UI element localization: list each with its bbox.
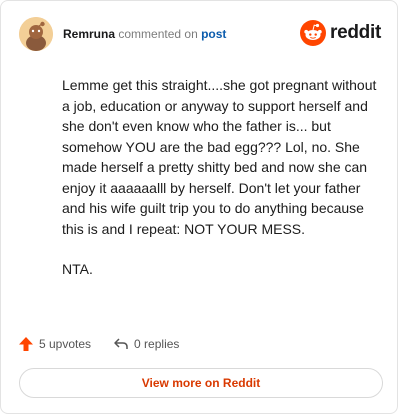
post-link[interactable]: post [201, 27, 226, 41]
view-more-button[interactable]: View more on Reddit [19, 368, 383, 398]
username-link[interactable]: Remruna [63, 27, 115, 41]
upvote-button[interactable]: 5 upvotes [18, 336, 91, 352]
comment-actions: 5 upvotes 0 replies [18, 335, 381, 353]
reddit-brand[interactable]: reddit [300, 20, 381, 46]
comment-body: Lemme get this straight....she got pregn… [62, 75, 384, 300]
upvote-count: 5 upvotes [39, 337, 92, 351]
user-avatar[interactable] [19, 17, 53, 51]
byline: Remruna commented on post [63, 27, 226, 41]
byline-action-text: commented on [118, 27, 198, 41]
snoo-avatar-icon [19, 17, 53, 51]
reddit-wordmark: reddit [330, 22, 381, 43]
upvote-arrow-icon [19, 337, 33, 351]
reply-arrow-icon [114, 338, 128, 349]
comment-embed-card: Remruna commented on post reddit Lemme g… [0, 0, 398, 414]
reddit-logo-icon [300, 20, 327, 46]
comment-paragraph: Lemme get this straight....she got pregn… [62, 77, 377, 237]
reply-count: 0 replies [134, 337, 180, 351]
reply-button[interactable]: 0 replies [113, 336, 179, 352]
comment-header: Remruna commented on post reddit [19, 17, 381, 53]
comment-paragraph: NTA. [62, 261, 93, 277]
